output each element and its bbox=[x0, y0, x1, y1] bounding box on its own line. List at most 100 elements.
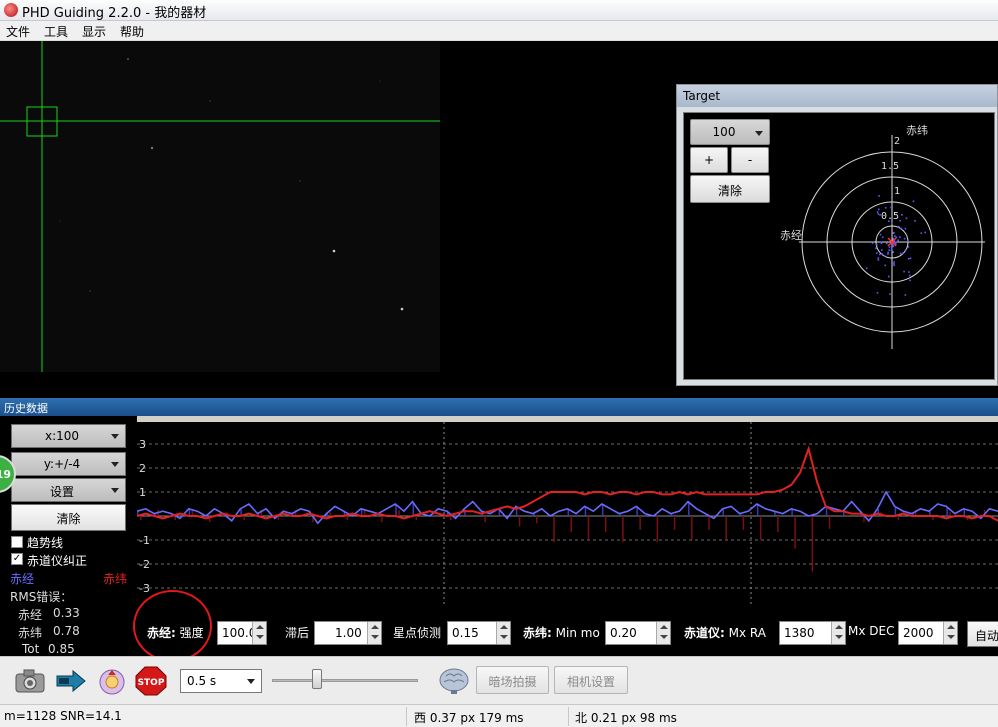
correction-bar bbox=[949, 512, 951, 516]
target-title: Target bbox=[683, 89, 721, 103]
correction-bar bbox=[777, 516, 779, 532]
target-point bbox=[894, 235, 896, 237]
target-point bbox=[899, 236, 901, 238]
correction-bar bbox=[518, 516, 521, 527]
chevron-down-icon bbox=[111, 462, 119, 467]
spin-buttons[interactable] bbox=[831, 622, 845, 644]
mount-connect-icon[interactable] bbox=[55, 666, 87, 696]
chevron-down-icon bbox=[111, 434, 119, 439]
ring-label-2: 2 bbox=[894, 136, 900, 147]
target-point bbox=[879, 233, 882, 236]
correction-bar bbox=[963, 509, 966, 516]
correction-bar bbox=[825, 507, 828, 516]
camera-icon[interactable] bbox=[14, 666, 46, 696]
highlight-annotation bbox=[133, 590, 212, 662]
correction-bar bbox=[742, 516, 745, 530]
aggressiveness-spinner[interactable]: 100.0 bbox=[217, 621, 267, 645]
target-point bbox=[878, 208, 880, 211]
dark-library-button[interactable]: 暗场拍摄 bbox=[476, 666, 549, 694]
correction-bar bbox=[536, 516, 538, 524]
correction-bar bbox=[811, 516, 814, 572]
correction-bar bbox=[794, 516, 796, 549]
target-point bbox=[908, 274, 911, 277]
y-tick-label: 2 bbox=[139, 462, 146, 475]
history-clear-button[interactable]: 清除 bbox=[11, 504, 126, 531]
ra-correction-info: 西 0.37 px 179 ms bbox=[414, 711, 524, 725]
correction-bar bbox=[140, 516, 142, 520]
history-panel-header: 历史数据 bbox=[0, 398, 998, 416]
x-scale-dropdown[interactable]: x:100 bbox=[11, 424, 126, 448]
correction-bar bbox=[329, 512, 331, 516]
spin-buttons[interactable] bbox=[656, 622, 670, 644]
exposure-value: 0.5 s bbox=[187, 674, 217, 688]
rms-dec-label: 赤纬 bbox=[18, 626, 43, 640]
spin-buttons[interactable] bbox=[496, 622, 510, 644]
menu-help[interactable]: 帮助 bbox=[120, 23, 144, 40]
correction-bar bbox=[243, 516, 245, 520]
target-point bbox=[879, 253, 881, 256]
target-title-bar[interactable]: Target bbox=[677, 85, 997, 107]
correction-bar bbox=[688, 502, 690, 516]
target-window[interactable]: Target 100 + - 清除 赤纬 赤经 2 1.5 1 0.5 bbox=[676, 84, 998, 386]
correction-bar bbox=[673, 516, 676, 530]
min-move-spinner[interactable]: 0.15 bbox=[447, 621, 511, 645]
auto-button[interactable]: 自动 bbox=[967, 621, 998, 647]
menu-tools[interactable]: 工具 bbox=[44, 23, 68, 40]
trendline-checkbox[interactable] bbox=[11, 536, 23, 548]
y-scale-dropdown[interactable]: y:+/-4 bbox=[11, 452, 126, 476]
target-point bbox=[883, 255, 886, 257]
target-point bbox=[914, 220, 916, 222]
mount-section-label: 赤道仪: bbox=[684, 626, 725, 640]
target-point bbox=[886, 242, 888, 245]
chevron-down-icon bbox=[111, 488, 119, 493]
rms-ra-label: 赤经 bbox=[18, 608, 43, 622]
spin-buttons[interactable] bbox=[943, 622, 957, 644]
dec-min-move-spinner[interactable]: 0.20 bbox=[605, 621, 671, 645]
correction-bar bbox=[467, 514, 469, 516]
gamma-slider-track[interactable] bbox=[272, 679, 418, 682]
menu-bar: 文件 工具 显示 帮助 bbox=[0, 21, 998, 41]
target-point bbox=[876, 211, 879, 213]
target-point bbox=[907, 246, 910, 248]
target-point bbox=[898, 225, 900, 228]
x-scale-value: x:100 bbox=[44, 429, 80, 443]
menu-file[interactable]: 文件 bbox=[6, 23, 30, 40]
camera-frame[interactable] bbox=[0, 41, 440, 372]
target-point bbox=[888, 275, 890, 278]
camera-settings-button[interactable]: 相机设置 bbox=[554, 666, 628, 694]
menu-view[interactable]: 显示 bbox=[82, 23, 106, 40]
dec-params-label: 赤纬: Min mo bbox=[523, 624, 600, 641]
loop-icon[interactable] bbox=[96, 666, 128, 696]
max-dec-spinner[interactable]: 2000 bbox=[898, 621, 958, 645]
target-point bbox=[888, 246, 891, 248]
spin-buttons[interactable] bbox=[252, 622, 266, 644]
graph-settings-dropdown[interactable]: 设置 bbox=[11, 478, 126, 502]
correction-bar bbox=[846, 514, 848, 516]
target-point bbox=[887, 251, 889, 254]
correction-bar bbox=[398, 510, 400, 516]
correction-bar bbox=[828, 516, 831, 529]
star-field bbox=[0, 41, 440, 372]
status-bar: m=1128 SNR=14.1 西 0.37 px 179 ms 北 0.21 … bbox=[0, 704, 998, 727]
max-dec-value: 2000 bbox=[903, 626, 934, 640]
guide-params: 赤经: 强度 100.0 滞后 1.00 星点侦测 0.15 赤纬: Min m… bbox=[137, 606, 998, 656]
correction-bar bbox=[722, 509, 724, 516]
brain-icon[interactable] bbox=[438, 666, 470, 696]
target-point bbox=[875, 247, 877, 250]
gamma-slider-thumb[interactable] bbox=[312, 669, 322, 689]
chevron-down-icon bbox=[247, 679, 255, 684]
stop-icon[interactable]: STOP bbox=[135, 666, 167, 696]
target-point bbox=[876, 252, 878, 254]
target-point bbox=[888, 220, 890, 222]
correction-bar bbox=[639, 516, 641, 530]
correction-checkbox[interactable]: ✓ bbox=[11, 553, 23, 565]
target-point bbox=[879, 214, 881, 216]
hysteresis-spinner[interactable]: 1.00 bbox=[314, 621, 382, 645]
correction-bar bbox=[604, 516, 607, 532]
target-point bbox=[907, 240, 909, 242]
target-point bbox=[897, 239, 899, 242]
spin-buttons[interactable] bbox=[367, 622, 381, 644]
exposure-dropdown[interactable]: 0.5 s bbox=[180, 669, 262, 693]
max-ra-spinner[interactable]: 1380 bbox=[779, 621, 846, 645]
target-point bbox=[894, 242, 897, 244]
